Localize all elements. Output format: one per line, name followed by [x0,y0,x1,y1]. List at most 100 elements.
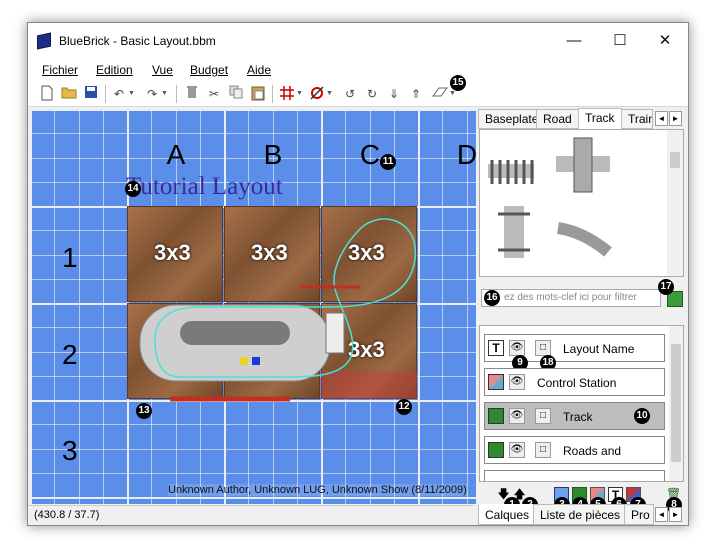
tab-road[interactable]: Road [536,109,579,129]
cursor-coordinates: (430.8 / 37.7) [34,509,100,521]
status-bar: (430.8 / 37.7) [28,505,474,525]
layer-name: Control Station [537,376,617,390]
toolbar: ↶ ▼ ↷ ▼ ✂ ▼ ▼ ↺ ↻ ⇓ ⇑ ▼ 15 [28,75,688,107]
layer-item-roads[interactable]: 👁 □ Roads and [484,436,665,464]
callout-badge-12: 12 [396,399,412,415]
tab-track[interactable]: Track [578,108,622,130]
layer-scroll-thumb[interactable] [671,344,681,462]
tab-calques[interactable]: Calques [478,504,537,525]
menu-fichier[interactable]: Fichier [42,63,78,77]
straight-track-part-icon[interactable] [486,150,536,194]
short-track-part-icon[interactable] [496,204,532,260]
title-bar: BlueBrick - Basic Layout.bbm — ☐ ✕ [28,23,688,59]
callout-badge-14: 14 [125,181,141,197]
menu-aide[interactable]: Aide [247,63,271,77]
callout-badge-15: 15 [450,75,466,91]
app-window: BlueBrick - Basic Layout.bbm — ☐ ✕ Fichi… [27,22,689,526]
layer-option-icon[interactable]: □ [535,340,551,356]
callout-badge-11: 11 [380,154,396,170]
rotate-right-icon[interactable]: ↻ [363,85,381,103]
redo-dropdown-icon[interactable]: ▼ [161,85,168,103]
station-piece [325,312,345,354]
toolbar-separator [272,85,273,103]
bottom-tab-scroll-right-icon[interactable]: ► [669,507,682,522]
snap-grid-dropdown-icon[interactable]: ▼ [296,85,303,103]
eye-icon[interactable]: 👁 [509,374,525,390]
text-layer-icon: T [488,340,504,356]
tab-pro[interactable]: Pro [624,504,654,525]
layer-name: Track [563,410,593,424]
paste-icon[interactable] [249,85,267,103]
rotate-left-icon[interactable]: ↺ [341,85,359,103]
close-button[interactable]: ✕ [642,23,688,59]
menu-budget[interactable]: Budget [190,63,228,77]
callout-badge-16: 16 [484,290,500,306]
open-folder-icon[interactable] [60,85,78,103]
callout-badge-10: 10 [634,408,650,424]
eraser-icon[interactable] [431,85,449,103]
menu-vue-label: Vue [152,63,173,77]
maximize-button[interactable]: ☐ [597,23,643,59]
menu-fichier-label: Fichier [42,63,79,77]
layer-option-icon[interactable]: □ [535,408,551,424]
train-piece [240,357,248,365]
eye-icon[interactable]: 👁 [509,408,525,424]
tab-scroll-right-icon[interactable]: ► [669,111,682,126]
layer-item-control-station[interactable]: 👁 Control Station [484,368,665,396]
area-layer-icon [488,374,504,390]
bottom-tab-scroll-left-icon[interactable]: ◄ [655,507,668,522]
library-scrollbar[interactable] [667,130,683,276]
copy-icon[interactable] [227,85,245,103]
brick-layer-icon [488,408,504,424]
menu-edition[interactable]: Edition [96,63,133,77]
undo-dropdown-icon[interactable]: ▼ [128,85,135,103]
part-library[interactable] [479,129,684,277]
menu-edition-label: Edition [96,63,133,77]
cut-icon[interactable]: ✂ [205,85,223,103]
layer-item-layout-name[interactable]: T 👁 □ Layout Name [484,334,665,362]
redo-icon[interactable]: ↷ [143,85,161,103]
tab-liste-de-pieces[interactable]: Liste de pièces [533,504,628,525]
menu-budget-label: Budget [190,63,229,77]
track-layout[interactable] [30,109,476,504]
layer-name: Layout Name [563,342,635,356]
map-canvas[interactable]: A B C D 1 2 3 Tutorial Layout 3x3 3x3 3x… [30,109,476,504]
filter-input[interactable]: ez des mots-clef ici pour filtrer [481,289,661,307]
bring-front-icon[interactable]: ⇑ [407,85,425,103]
snap-grid-icon[interactable] [278,85,296,103]
toolbar-separator [105,85,106,103]
track-crossing-part-icon[interactable] [552,136,614,194]
new-file-icon[interactable] [38,85,56,103]
callout-badge-13: 13 [136,403,152,419]
delete-icon[interactable] [183,85,201,103]
toolbar-separator [176,85,177,103]
bluebrick-logo-icon [37,32,51,50]
layer-list: T 👁 □ Layout Name 9 18 👁 Control Station… [479,325,684,482]
layer-item-partial[interactable] [484,470,665,481]
tab-scroll-left-icon[interactable]: ◄ [655,111,668,126]
menu-bar: Fichier Edition Vue Budget Aide [28,59,688,81]
eye-icon[interactable]: 👁 [509,442,525,458]
train-piece [252,357,260,365]
library-scroll-thumb[interactable] [670,152,680,168]
layer-name: Roads and [563,444,622,458]
curved-track-part-icon[interactable] [554,218,614,258]
brick-layer-icon [488,442,504,458]
callout-badge-17: 17 [658,279,674,295]
eye-icon[interactable]: 👁 [509,340,525,356]
minimize-button[interactable]: — [551,23,597,59]
undo-icon[interactable]: ↶ [110,85,128,103]
menu-aide-label: Aide [247,63,272,77]
tab-train[interactable]: Train [621,109,653,129]
menu-vue[interactable]: Vue [152,63,173,77]
right-panel: Baseplate Road Track Train ◄ ► ez des mo… [476,108,688,525]
layer-scrollbar[interactable] [669,326,683,481]
window-title: BlueBrick - Basic Layout.bbm [59,34,216,48]
road-inner [180,321,290,345]
paint-dropdown-icon[interactable]: ▼ [326,85,333,103]
save-icon[interactable] [82,85,100,103]
layer-option-icon[interactable]: □ [535,442,551,458]
layout-info-text: Unknown Author, Unknown LUG, Unknown Sho… [168,484,467,496]
paint-icon[interactable] [308,85,326,103]
send-back-icon[interactable]: ⇓ [385,85,403,103]
